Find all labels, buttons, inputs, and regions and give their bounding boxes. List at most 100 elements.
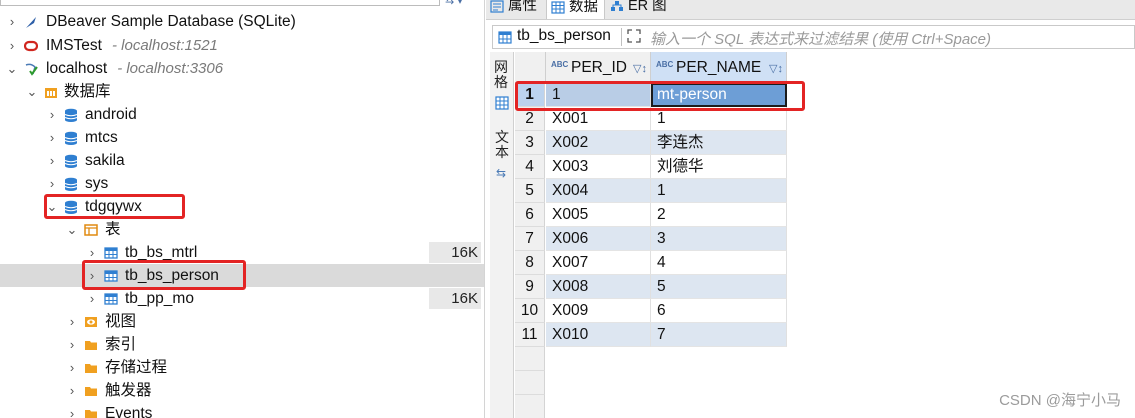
- collapse-arrow-icon[interactable]: ⌄: [6, 57, 18, 80]
- tree-item-db-android[interactable]: › android: [0, 103, 484, 126]
- row-number[interactable]: 2: [515, 107, 545, 131]
- filter-options-icon[interactable]: ⇆ ▾: [445, 0, 471, 7]
- tree-item-tables[interactable]: ⌄ 表: [0, 218, 484, 241]
- tree-item-indexes[interactable]: › 索引: [0, 333, 484, 356]
- cell-per-name[interactable]: 4: [651, 251, 787, 275]
- expand-arrow-icon[interactable]: ›: [86, 264, 98, 287]
- tree-item-table-tb-bs-person[interactable]: › tb_bs_person: [0, 264, 484, 287]
- expand-arrow-icon[interactable]: ›: [46, 149, 58, 172]
- row-number-header: [515, 52, 546, 83]
- cell-per-name[interactable]: 2: [651, 203, 787, 227]
- cell-per-id[interactable]: 1: [546, 83, 651, 107]
- expand-arrow-icon[interactable]: ›: [46, 172, 58, 195]
- column-header-per-id[interactable]: ABC PER_ID ▽↕: [546, 52, 651, 83]
- row-number[interactable]: 6: [515, 203, 545, 227]
- row-number[interactable]: 3: [515, 131, 545, 155]
- cell-per-id[interactable]: X007: [546, 251, 651, 275]
- cell-per-id[interactable]: X010: [546, 323, 651, 347]
- cell-per-id[interactable]: X002: [546, 131, 651, 155]
- tree-item-label: IMSTest - localhost:1521: [46, 34, 218, 57]
- text-view-toggle[interactable]: 文本: [495, 130, 511, 160]
- tree-item-triggers[interactable]: › 触发器: [0, 379, 484, 402]
- expand-arrow-icon[interactable]: ›: [66, 402, 78, 418]
- tree-item-db-tdgqywx[interactable]: ⌄ tdgqywx: [0, 195, 484, 218]
- cell-per-name[interactable]: 李连杰: [651, 131, 787, 155]
- cell-per-name[interactable]: 刘德华: [651, 155, 787, 179]
- expand-arrow-icon[interactable]: ›: [46, 126, 58, 149]
- cell-per-name[interactable]: 7: [651, 323, 787, 347]
- tree-item-label: Events: [105, 405, 153, 418]
- database-icon: [64, 177, 78, 191]
- cell-per-id[interactable]: X001: [546, 107, 651, 131]
- tree-item-table-tb-pp-mo[interactable]: › tb_pp_mo 16K: [0, 287, 484, 310]
- connection-host: - localhost:3306: [117, 60, 224, 77]
- tree-item-db-sys[interactable]: › sys: [0, 172, 484, 195]
- tree-item-localhost[interactable]: ⌄ localhost - localhost:3306: [0, 57, 484, 80]
- collapse-arrow-icon[interactable]: ⌄: [26, 80, 38, 103]
- expand-arrow-icon[interactable]: ›: [66, 333, 78, 356]
- connection-name: localhost: [46, 60, 108, 77]
- sort-filter-icon[interactable]: ▽↕: [633, 54, 647, 85]
- tree-item-databases[interactable]: ⌄ 数据库: [0, 80, 484, 103]
- tree-item-label: tb_pp_mo: [125, 290, 194, 307]
- expand-arrow-icon[interactable]: ›: [86, 241, 98, 264]
- tree-item-table-tb-bs-mtrl[interactable]: › tb_bs_mtrl 16K: [0, 241, 484, 264]
- expand-arrow-icon[interactable]: ›: [46, 103, 58, 126]
- tree-item-sample-db[interactable]: › DBeaver Sample Database (SQLite): [0, 10, 484, 33]
- cell-per-id[interactable]: X003: [546, 155, 651, 179]
- empty-row-gutter: [515, 395, 545, 418]
- column-name: PER_ID: [571, 59, 627, 76]
- cell-per-id[interactable]: X006: [546, 227, 651, 251]
- tree-item-events[interactable]: › Events: [0, 402, 484, 418]
- expand-arrow-icon[interactable]: ›: [66, 356, 78, 379]
- row-number[interactable]: 10: [515, 299, 545, 323]
- collapse-arrow-icon[interactable]: ⌄: [66, 218, 78, 241]
- expand-arrow-icon[interactable]: ›: [6, 10, 18, 33]
- grid-icon[interactable]: [495, 96, 509, 110]
- row-number[interactable]: 9: [515, 275, 545, 299]
- table-icon: [104, 293, 118, 305]
- table-size-badge: 16K: [429, 242, 481, 263]
- cell-per-name[interactable]: 1: [651, 179, 787, 203]
- expand-arrow-icon[interactable]: ›: [86, 287, 98, 310]
- string-type-icon: ABC: [551, 60, 569, 69]
- cell-per-name[interactable]: 1: [651, 107, 787, 131]
- row-number[interactable]: 11: [515, 323, 545, 347]
- tree-item-db-sakila[interactable]: › sakila: [0, 149, 484, 172]
- expand-filter-icon[interactable]: [627, 29, 641, 43]
- cell-per-id[interactable]: X009: [546, 299, 651, 323]
- database-icon: [64, 108, 78, 122]
- expand-arrow-icon[interactable]: ›: [66, 310, 78, 333]
- cell-per-name[interactable]: mt-person: [651, 83, 787, 107]
- row-number[interactable]: 5: [515, 179, 545, 203]
- row-number[interactable]: 7: [515, 227, 545, 251]
- row-number[interactable]: 4: [515, 155, 545, 179]
- tree-item-imstest[interactable]: › IMSTest - localhost:1521: [0, 34, 484, 57]
- tree-item-views[interactable]: › 视图: [0, 310, 484, 333]
- cell-per-id[interactable]: X005: [546, 203, 651, 227]
- connection-name: IMSTest: [46, 37, 102, 54]
- cell-per-id[interactable]: X008: [546, 275, 651, 299]
- tree-item-db-mtcs[interactable]: › mtcs: [0, 126, 484, 149]
- column-header-per-name[interactable]: ABC PER_NAME ▽↕: [651, 52, 787, 83]
- tree-item-procedures[interactable]: › 存储过程: [0, 356, 484, 379]
- cell-per-name[interactable]: 5: [651, 275, 787, 299]
- grid-view-toggle[interactable]: 网格: [494, 60, 510, 90]
- tab-properties[interactable]: 属性: [486, 0, 546, 19]
- expand-arrow-icon[interactable]: ›: [6, 34, 18, 57]
- cell-per-id[interactable]: X004: [546, 179, 651, 203]
- navigator-filter-input[interactable]: [0, 0, 440, 6]
- data-grid-icon: [551, 1, 565, 14]
- row-number[interactable]: 1: [515, 83, 545, 107]
- tab-er-diagram[interactable]: ER 图: [606, 0, 668, 19]
- cell-per-name[interactable]: 3: [651, 227, 787, 251]
- cell-per-name[interactable]: 6: [651, 299, 787, 323]
- filter-input[interactable]: 输入一个 SQL 表达式来过滤结果 (使用 Ctrl+Space): [650, 28, 991, 49]
- expand-arrow-icon[interactable]: ›: [66, 379, 78, 402]
- tab-data[interactable]: 数据: [546, 0, 605, 19]
- collapse-arrow-icon[interactable]: ⌄: [46, 195, 58, 218]
- record-mode-icon[interactable]: ⇆: [496, 166, 506, 180]
- row-number[interactable]: 8: [515, 251, 545, 275]
- sort-filter-icon[interactable]: ▽↕: [769, 54, 783, 85]
- tree-item-label: sakila: [85, 152, 125, 169]
